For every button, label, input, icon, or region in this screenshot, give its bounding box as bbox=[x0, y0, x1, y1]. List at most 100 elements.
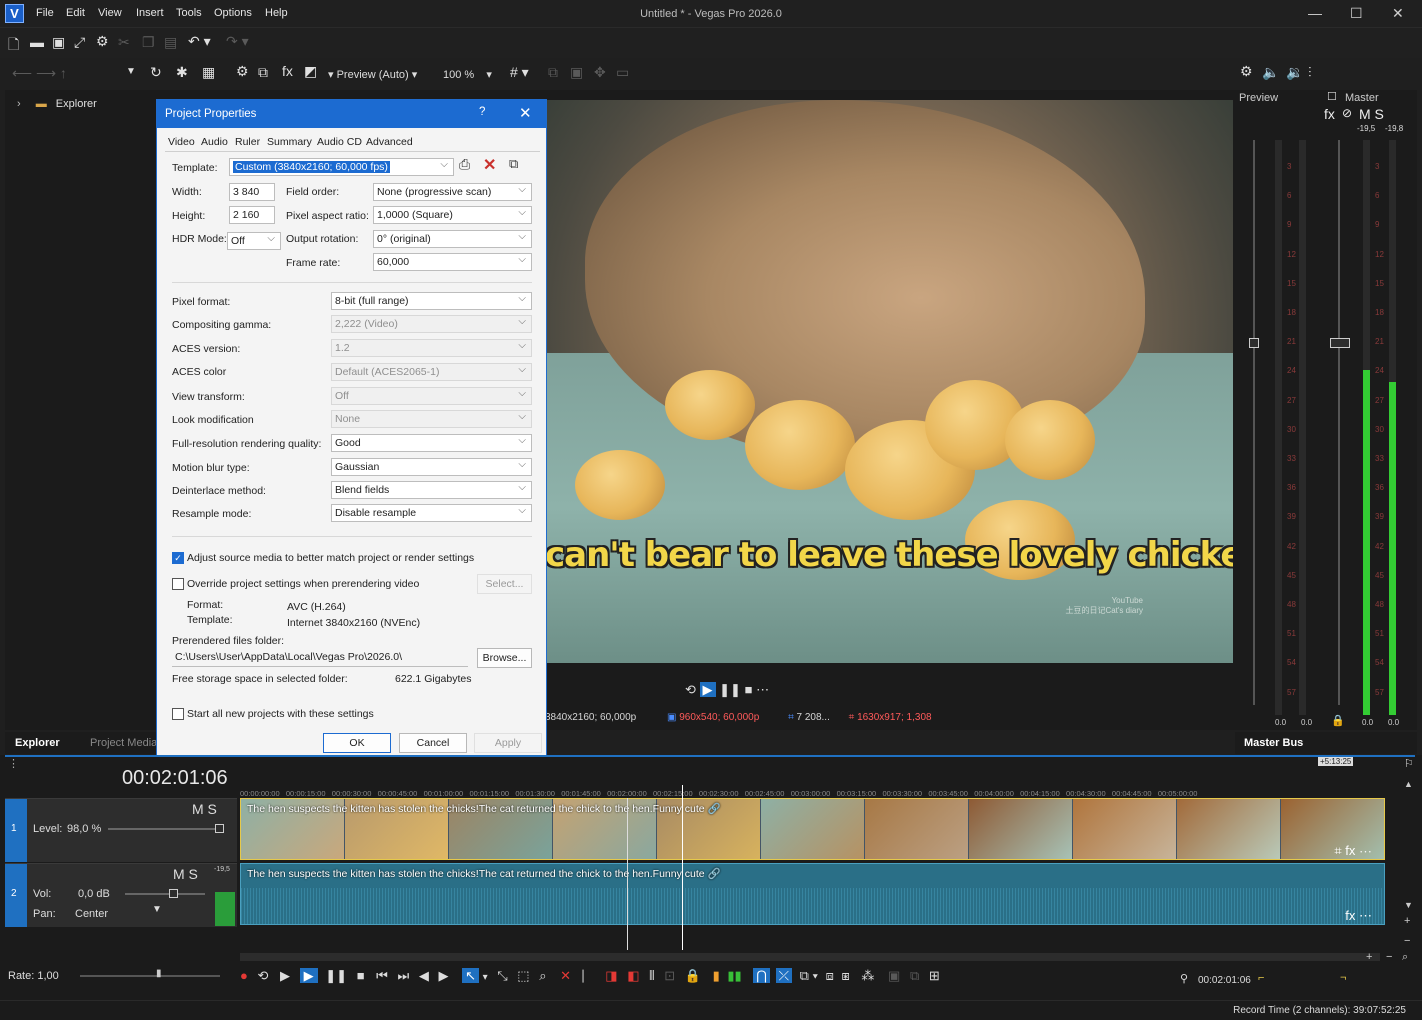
split-screen-icon[interactable]: ◩ bbox=[304, 63, 317, 80]
pause-icon[interactable]: ❚❚ bbox=[719, 682, 741, 697]
ignore-event-grouping-icon[interactable]: ⧆ bbox=[842, 968, 850, 983]
undo-icon[interactable]: ↶ ▾ bbox=[188, 33, 211, 50]
new-project-icon[interactable]: 🗋 bbox=[8, 34, 19, 58]
tab-project-media[interactable]: Project Media bbox=[90, 737, 157, 749]
save-template-icon[interactable]: ⎙ bbox=[459, 156, 470, 173]
folder-input[interactable]: C:\Users\User\AppData\Local\Vegas Pro\20… bbox=[172, 649, 468, 667]
ok-button[interactable]: OK bbox=[323, 733, 391, 753]
horizontal-scrollbar[interactable] bbox=[240, 953, 1380, 961]
trim-start-icon[interactable]: ◨ bbox=[605, 968, 617, 983]
downmix-icon[interactable]: 🔉 bbox=[1286, 64, 1303, 81]
master-fader-track[interactable] bbox=[1338, 140, 1340, 705]
explorer-tree-item[interactable]: › ▬ Explorer bbox=[17, 98, 97, 110]
override-prerender-checkbox[interactable] bbox=[172, 578, 184, 590]
adjust-source-checkbox[interactable]: ✓ bbox=[172, 552, 184, 564]
hdr-select[interactable]: Off bbox=[227, 231, 281, 250]
delete-template-icon[interactable]: ✕ bbox=[483, 155, 496, 175]
render-icon[interactable]: ⤢ bbox=[74, 34, 85, 51]
select-button[interactable]: Select... bbox=[477, 574, 532, 594]
envelope-tool-icon[interactable]: ⤡ bbox=[497, 968, 507, 983]
preview-fader-handle[interactable] bbox=[1249, 338, 1259, 348]
loop-playback-icon[interactable]: ⟲ bbox=[257, 968, 268, 983]
video-clip-fx-icon[interactable]: ⌗ fx ⋯ bbox=[1334, 843, 1372, 859]
pixel-format-select[interactable]: 8-bit (full range) bbox=[331, 291, 532, 310]
framerate-select[interactable]: 60,000 bbox=[373, 252, 532, 271]
height-input[interactable]: 2 160 bbox=[229, 206, 275, 224]
timeline-play-icon[interactable]: ▶ bbox=[299, 968, 318, 983]
scroll-down-icon[interactable]: ▼ bbox=[1404, 900, 1413, 910]
master-fx-icon[interactable]: fx bbox=[1324, 106, 1335, 122]
go-to-end-icon[interactable]: ⏭ bbox=[398, 968, 410, 983]
selection-tool-icon[interactable]: ⬚ bbox=[517, 968, 529, 983]
preview-settings-gear-icon[interactable]: ⚙ bbox=[236, 63, 249, 80]
monitor-icon[interactable]: ▭ bbox=[616, 64, 629, 81]
aces-color-select[interactable]: Default (ACES2065-1) bbox=[331, 362, 532, 381]
par-select[interactable]: 1,0000 (Square) bbox=[373, 205, 532, 224]
zoom-dropdown[interactable]: 100 % ▾ bbox=[443, 68, 492, 81]
tab-audio[interactable]: Audio bbox=[201, 136, 228, 148]
play-icon[interactable]: ▶ bbox=[699, 682, 716, 697]
minimize-icon[interactable]: — bbox=[1308, 5, 1322, 21]
master-edit-icon[interactable]: ⊘ bbox=[1342, 106, 1352, 120]
tool-dropdown-icon[interactable]: ▾ bbox=[483, 972, 488, 983]
look-modification-select[interactable]: None bbox=[331, 409, 532, 428]
rotation-select[interactable]: 0° (original) bbox=[373, 229, 532, 248]
open-folder-icon[interactable]: ▬ bbox=[30, 34, 44, 50]
zoom-tool-icon-bottom[interactable]: ⌕ bbox=[539, 968, 546, 983]
selection-start-icon[interactable]: ⌐ bbox=[1258, 972, 1264, 984]
video-track-header[interactable]: 1 M S Level: 98,0 % bbox=[5, 798, 237, 862]
lock-icon[interactable]: 🔒 bbox=[685, 968, 701, 983]
audio-clip[interactable]: The hen suspects the kitten has stolen t… bbox=[240, 863, 1385, 925]
expand-arrow-icon[interactable]: › bbox=[17, 98, 21, 110]
delete-icon[interactable]: ✕ bbox=[560, 968, 571, 983]
cursor-marker-icon[interactable]: ⚲ bbox=[1180, 972, 1188, 985]
marker-icon[interactable]: ▮ bbox=[713, 968, 720, 983]
add-track-icon[interactable]: ⊞ bbox=[929, 968, 940, 983]
dialog-close-icon[interactable]: ✕ bbox=[519, 104, 532, 122]
snapshot-icon[interactable]: ▣ bbox=[888, 968, 900, 983]
go-to-start-icon[interactable]: ⏮ bbox=[376, 968, 388, 983]
view-transform-select[interactable]: Off bbox=[331, 386, 532, 405]
auto-crossfade-icon[interactable]: ⤫ bbox=[775, 968, 792, 983]
properties-gear-icon[interactable]: ⚙ bbox=[96, 33, 109, 50]
play-from-start-icon[interactable]: ▶ bbox=[280, 968, 290, 983]
motion-blur-select[interactable]: Gaussian bbox=[331, 457, 532, 476]
match-media-icon[interactable]: ⧉ bbox=[509, 156, 518, 172]
normal-edit-tool-icon[interactable]: ↖ bbox=[462, 968, 479, 983]
aces-version-select[interactable]: 1.2 bbox=[331, 338, 532, 357]
audio-track-mute-solo[interactable]: M S bbox=[173, 866, 198, 882]
zoom-out-vertical-icon[interactable]: − bbox=[1404, 935, 1410, 947]
volume-slider[interactable] bbox=[125, 893, 205, 895]
tab-video[interactable]: Video bbox=[168, 136, 195, 148]
level-slider[interactable] bbox=[108, 828, 218, 830]
tab-master-bus[interactable]: Master Bus bbox=[1244, 737, 1303, 749]
field-order-select[interactable]: None (progressive scan) bbox=[373, 182, 532, 201]
zoom-tool-icon[interactable]: ⌕ bbox=[1402, 951, 1408, 964]
enable-grouping-icon[interactable]: ⁂ bbox=[861, 968, 874, 983]
deinterlace-select[interactable]: Blend fields bbox=[331, 480, 532, 499]
scroll-up-icon[interactable]: ▲ bbox=[1404, 779, 1413, 789]
more-icon[interactable]: ⋯ bbox=[756, 682, 769, 697]
save-icon[interactable]: ▣ bbox=[52, 34, 65, 51]
split-icon[interactable]: ⫴ bbox=[649, 968, 654, 983]
favorites-icon[interactable]: ✱ bbox=[176, 64, 188, 81]
master-fader-handle[interactable] bbox=[1330, 338, 1350, 348]
view-grid-icon[interactable]: ▦ bbox=[202, 64, 215, 81]
tab-audio-cd[interactable]: Audio CD bbox=[317, 136, 362, 148]
preview-quality-dropdown[interactable]: ▾ Preview (Auto) ▾ bbox=[328, 68, 417, 81]
tab-summary[interactable]: Summary bbox=[267, 136, 312, 148]
lock-envelopes-icon[interactable]: ⧈ bbox=[826, 968, 834, 983]
video-track-mute-solo[interactable]: M S bbox=[192, 801, 217, 817]
playhead[interactable] bbox=[682, 785, 683, 950]
snapping-icon[interactable]: ⋂ bbox=[753, 968, 770, 983]
copy-snapshot-icon[interactable]: ⧉ bbox=[548, 64, 558, 81]
volume-slider-handle[interactable] bbox=[169, 889, 178, 898]
external-monitor-icon[interactable]: ⧉ bbox=[258, 64, 268, 81]
start-all-checkbox[interactable] bbox=[172, 708, 184, 720]
back-arrow-icon[interactable]: ⟵ ⟶ ↑ bbox=[12, 65, 67, 82]
selection-end-icon[interactable]: ¬ bbox=[1340, 972, 1346, 984]
maximize-icon[interactable]: ☐ bbox=[1350, 5, 1363, 22]
next-frame-icon[interactable]: ▶ bbox=[438, 968, 448, 983]
preview-fader-track[interactable] bbox=[1253, 140, 1255, 705]
master-settings-gear-icon[interactable]: ⚙ bbox=[1240, 63, 1253, 80]
